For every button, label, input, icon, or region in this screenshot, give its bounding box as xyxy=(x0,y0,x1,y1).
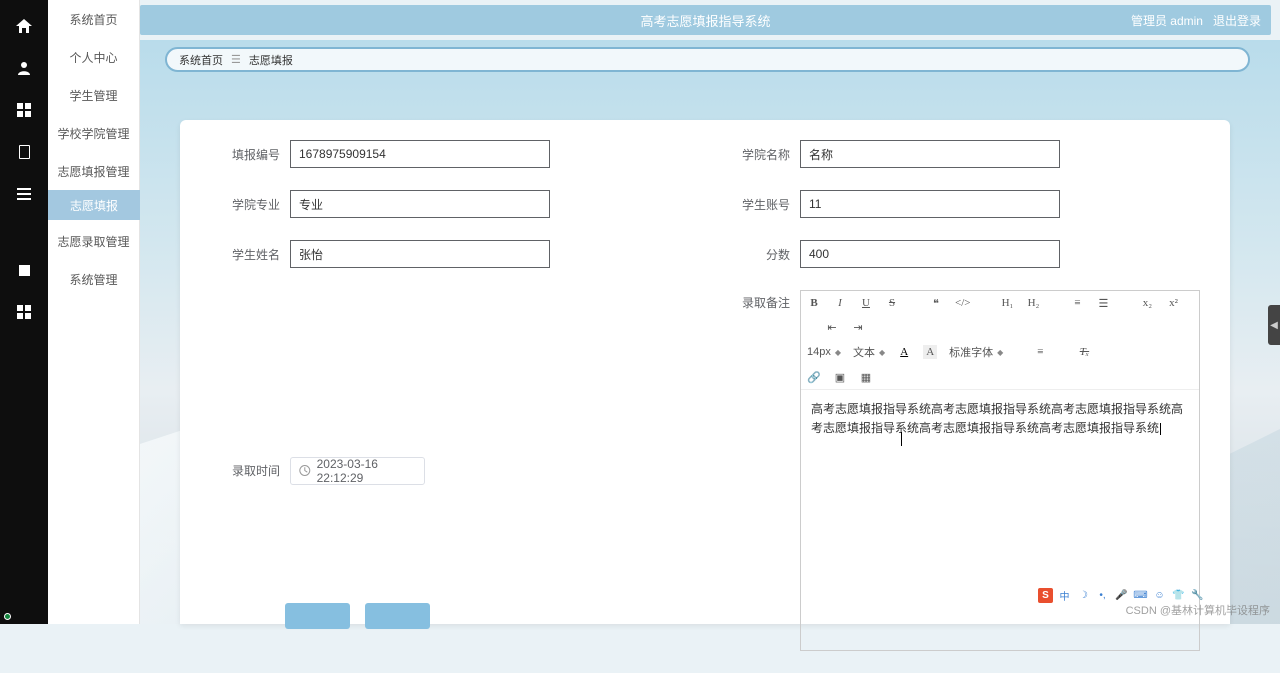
sidebar-item-profile[interactable]: 个人中心 xyxy=(48,38,139,76)
rail-doc-icon[interactable] xyxy=(0,133,48,171)
tb-indent-icon[interactable]: ⇥ xyxy=(851,320,865,334)
sidebar-item-system-mgmt[interactable]: 系统管理 xyxy=(48,260,139,298)
tb-italic-icon[interactable]: I xyxy=(833,296,847,310)
input-score[interactable] xyxy=(800,240,1060,268)
tb-color-icon[interactable]: A xyxy=(897,345,911,359)
tb-image-icon[interactable]: ▣ xyxy=(833,370,847,384)
sidebar-item-volunteer-mgmt[interactable]: 志愿填报管理 xyxy=(48,152,139,190)
breadcrumb-sep-icon: ☰ xyxy=(231,53,241,66)
rail-grid2-icon[interactable] xyxy=(0,293,48,331)
tb-ol-icon[interactable]: ≡ xyxy=(1070,296,1084,310)
sidebar-item-schools[interactable]: 学校学院管理 xyxy=(48,114,139,152)
ime-shirt-icon[interactable]: 👕 xyxy=(1171,588,1186,603)
input-college-name[interactable] xyxy=(800,140,1060,168)
ime-mic-icon[interactable]: 🎤 xyxy=(1114,588,1129,603)
label-admit-note: 录取备注 xyxy=(720,290,790,311)
sidebar-item-home[interactable]: 系统首页 xyxy=(48,0,139,38)
rail-sliders-icon[interactable] xyxy=(0,175,48,213)
tb-align-icon[interactable]: ≡ xyxy=(1033,345,1047,359)
tb-sup-icon[interactable]: x² xyxy=(1166,296,1180,310)
tb-sub-icon[interactable]: x₂ xyxy=(1140,296,1154,310)
tb-bgcolor-icon[interactable]: A xyxy=(923,345,937,359)
input-major[interactable] xyxy=(290,190,550,218)
label-fill-id: 填报编号 xyxy=(210,146,280,163)
tb-strike-icon[interactable]: S xyxy=(885,296,899,310)
tb-outdent-icon[interactable]: ⇤ xyxy=(825,320,839,334)
icon-rail xyxy=(0,0,48,624)
breadcrumb-current: 志愿填报 xyxy=(249,52,293,68)
input-fill-id[interactable] xyxy=(290,140,550,168)
admit-time-value: 2023-03-16 22:12:29 xyxy=(317,457,416,485)
text-caret-icon xyxy=(901,432,902,446)
label-student-name: 学生姓名 xyxy=(210,246,280,263)
rail-check-icon[interactable] xyxy=(0,251,48,289)
label-college-name: 学院名称 xyxy=(720,146,790,163)
form-panel: 填报编号 学院名称 学院专业 学生账号 学生姓名 分数 录取时间 xyxy=(180,120,1230,624)
app-title: 高考志愿填报指导系统 xyxy=(640,11,770,30)
tb-video-icon[interactable]: ▦ xyxy=(859,370,873,384)
tb-underline-icon[interactable]: U xyxy=(859,296,873,310)
breadcrumb: 系统首页 ☰ 志愿填报 xyxy=(165,47,1250,72)
input-admit-time[interactable]: 2023-03-16 22:12:29 xyxy=(290,457,425,485)
tb-h2-icon[interactable]: H₂ xyxy=(1026,296,1040,310)
ime-moon-icon[interactable]: ☽ xyxy=(1076,588,1091,603)
tb-code-icon[interactable]: </> xyxy=(955,296,970,310)
rail-user-icon[interactable] xyxy=(0,49,48,87)
label-student-acct: 学生账号 xyxy=(720,196,790,213)
sidebar-item-admission-mgmt[interactable]: 志愿录取管理 xyxy=(48,222,139,260)
cancel-button[interactable] xyxy=(365,603,430,629)
ime-cn-icon[interactable]: 中 xyxy=(1057,588,1072,603)
submit-button[interactable] xyxy=(285,603,350,629)
tb-clear-icon[interactable]: T̶ₓ xyxy=(1077,345,1091,359)
watermark: CSDN @基林计算机毕设程序 xyxy=(1126,602,1270,618)
status-dot-icon xyxy=(5,614,10,619)
sidebar-subitem-volunteer-fill[interactable]: 志愿填报 xyxy=(48,190,140,220)
clock-icon xyxy=(299,464,311,477)
text-cursor xyxy=(1160,423,1161,435)
ime-face-icon[interactable]: ☺ xyxy=(1152,588,1167,603)
input-student-acct[interactable] xyxy=(800,190,1060,218)
rail-home-icon[interactable] xyxy=(0,7,48,45)
label-admit-time: 录取时间 xyxy=(210,462,280,479)
form-buttons xyxy=(285,603,430,629)
ime-keyboard-icon[interactable]: ⌨ xyxy=(1133,588,1148,603)
note-text: 高考志愿填报指导系统高考志愿填报指导系统高考志愿填报指导系统高考志愿填报指导系统… xyxy=(811,402,1183,435)
label-score: 分数 xyxy=(720,246,790,263)
label-major: 学院专业 xyxy=(210,196,280,213)
tb-h1-icon[interactable]: H₁ xyxy=(1000,296,1014,310)
logout-link[interactable]: 退出登录 xyxy=(1213,12,1261,29)
tb-bold-icon[interactable]: B xyxy=(807,296,821,310)
input-student-name[interactable] xyxy=(290,240,550,268)
breadcrumb-home[interactable]: 系统首页 xyxy=(179,52,223,68)
sidebar-item-students[interactable]: 学生管理 xyxy=(48,76,139,114)
tb-ul-icon[interactable]: ☰ xyxy=(1096,296,1110,310)
tb-blockfmt-dd[interactable]: 文本◆ xyxy=(853,344,885,360)
tb-quote-icon[interactable]: ❝ xyxy=(929,296,943,310)
text-rail: 系统首页 个人中心 学生管理 学校学院管理 志愿填报管理 志愿填报 志愿录取管理… xyxy=(48,0,140,624)
right-collapse-handle[interactable]: ◀ xyxy=(1268,305,1280,345)
ime-sogou-icon[interactable]: S xyxy=(1038,588,1053,603)
rich-toolbar: B I U S ❝ </> H₁ H₂ ≡ ☰ x₂ x² xyxy=(801,291,1199,390)
current-user[interactable]: 管理员 admin xyxy=(1131,12,1203,29)
ime-tool-icon[interactable]: 🔧 xyxy=(1190,588,1205,603)
tb-fontfamily-dd[interactable]: 标准字体◆ xyxy=(949,344,1003,360)
tb-link-icon[interactable]: 🔗 xyxy=(807,370,821,384)
top-bar: 高考志愿填报指导系统 管理员 admin 退出登录 xyxy=(140,5,1271,35)
rail-grid-icon[interactable] xyxy=(0,91,48,129)
ime-comma-icon[interactable]: •, xyxy=(1095,588,1110,603)
tb-fontsize-dd[interactable]: 14px◆ xyxy=(807,346,841,358)
